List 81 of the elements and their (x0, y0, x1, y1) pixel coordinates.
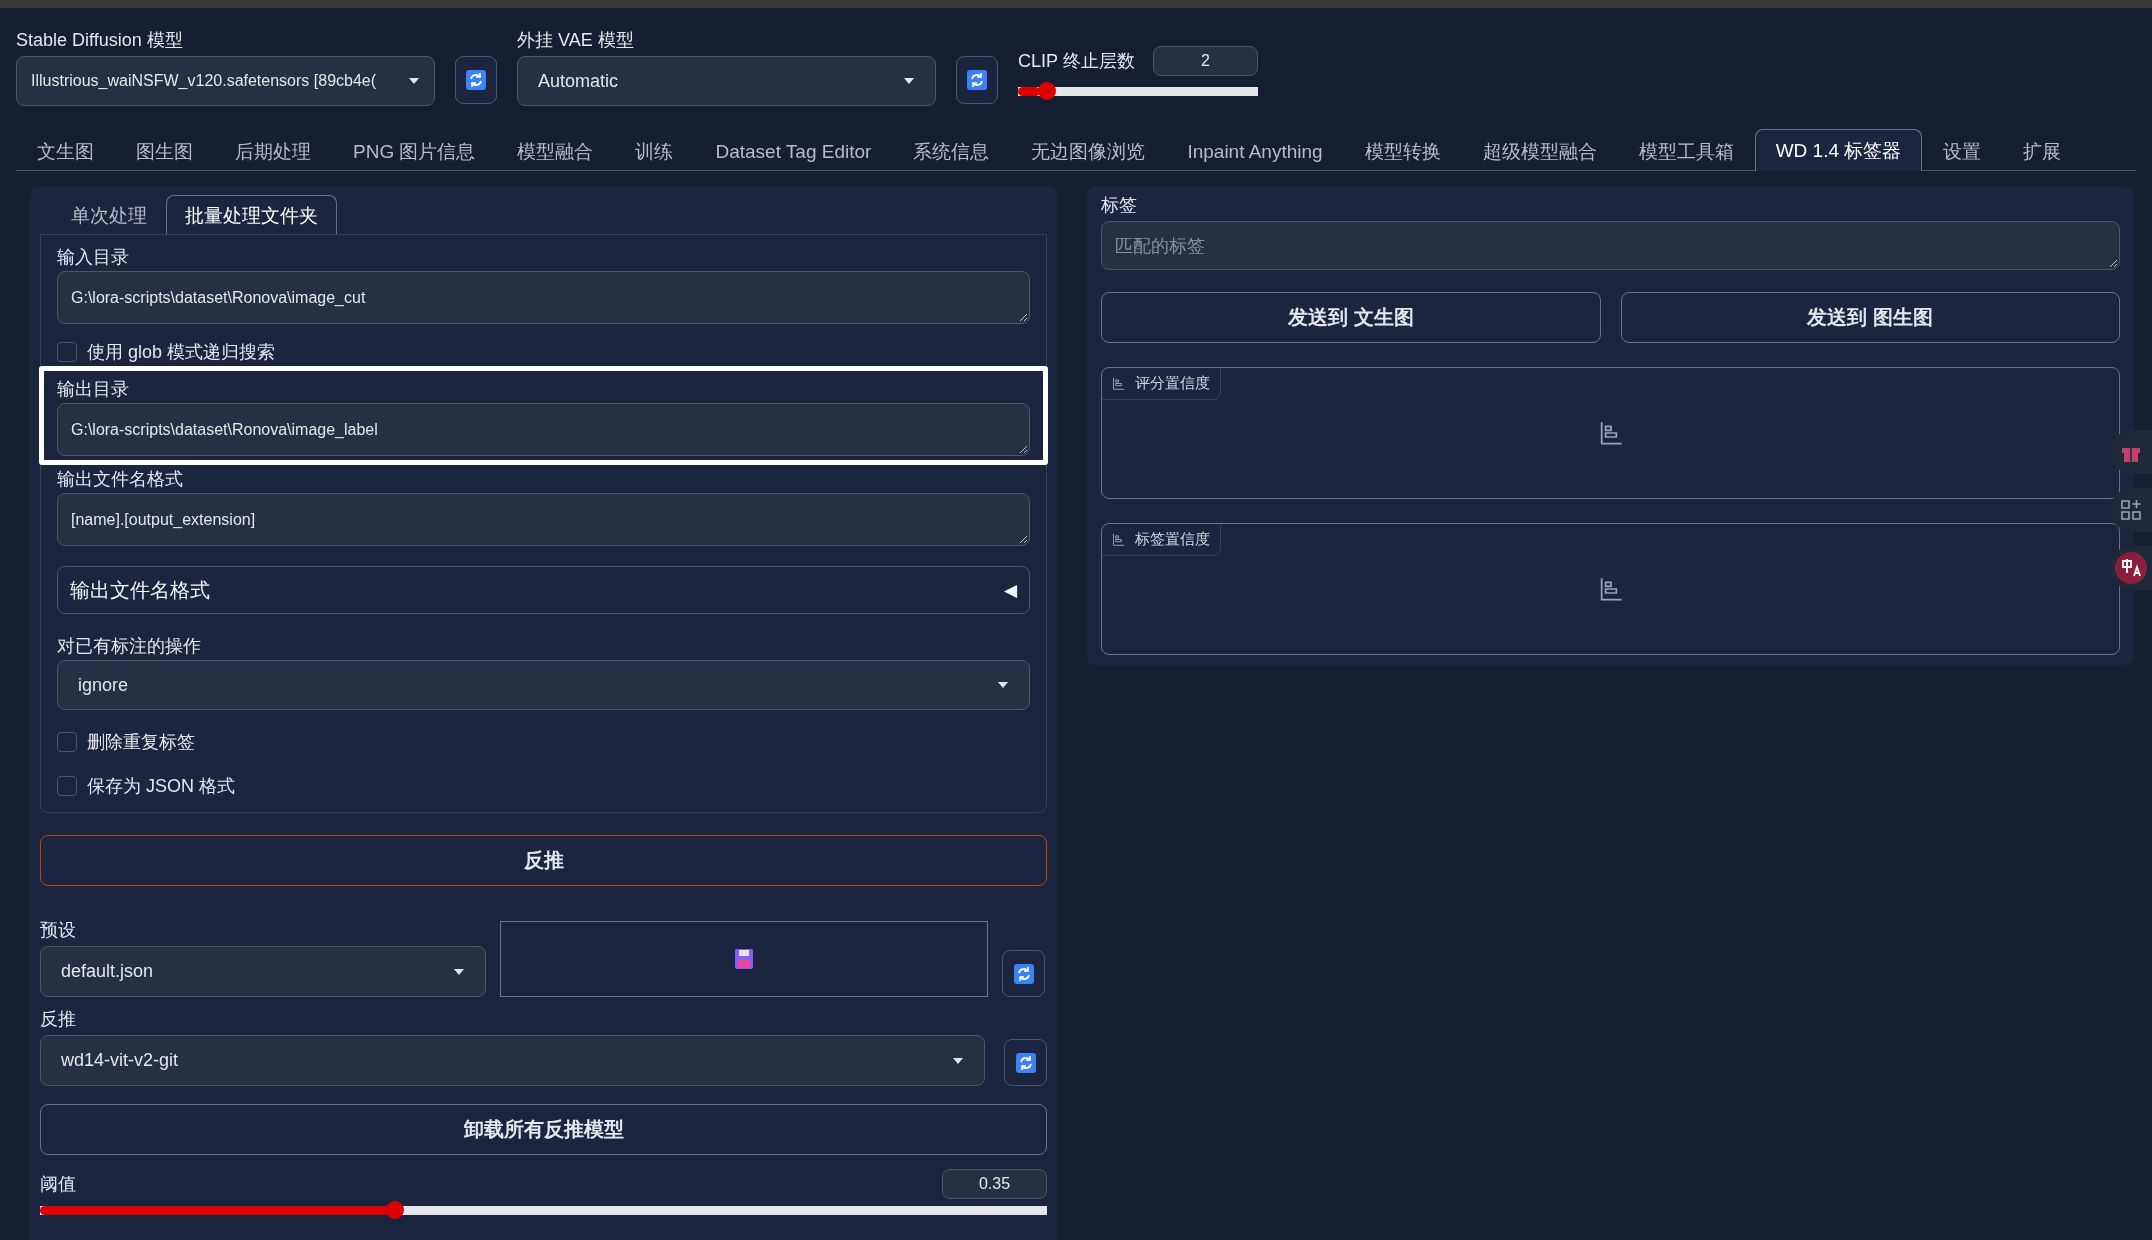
interrogator-dropdown[interactable]: wd14-vit-v2-git (40, 1035, 985, 1086)
plot-label: 标签置信度 (1102, 524, 1221, 557)
refresh-button[interactable] (1004, 1039, 1047, 1086)
tab[interactable]: 批量处理文件夹 (166, 195, 337, 235)
refresh-button[interactable] (1002, 950, 1045, 997)
tab[interactable]: Dataset Tag Editor (694, 131, 893, 171)
interrogate-button[interactable]: 反推 (40, 835, 1047, 886)
tab[interactable]: PNG 图片信息 (332, 131, 497, 171)
tags-field[interactable]: 匹配的标签 (1101, 221, 2120, 271)
model-dropdown[interactable]: Illustrious_waiNSFW_v120.safetensors [89cb4e( (16, 56, 435, 106)
resize-handle-icon[interactable] (1020, 536, 1027, 543)
bar-chart-icon (1598, 421, 1623, 446)
vae-dropdown[interactable]: Automatic (517, 56, 936, 106)
tab[interactable]: 无边图像浏览 (1010, 131, 1167, 171)
tab[interactable]: 模型工具箱 (1617, 131, 1755, 171)
field-label: 外挂 VAE 模型 (517, 29, 635, 52)
tab[interactable]: 扩展 (2002, 131, 2083, 171)
tab[interactable]: 设置 (1922, 131, 2003, 171)
field-label: 对已有标注的操作 (57, 635, 202, 658)
action-dropdown[interactable]: ignore (57, 660, 1030, 710)
tab[interactable]: 系统信息 (892, 131, 1011, 171)
tab[interactable]: 单次处理 (52, 195, 166, 235)
field-label: CLIP 终止层数 (1018, 50, 1135, 73)
field-label: 输入目录 (57, 246, 130, 269)
refresh-button[interactable] (956, 56, 998, 104)
send-button[interactable]: 发送到 文生图 (1101, 292, 1601, 344)
caret-icon (952, 1056, 964, 1065)
refresh-icon (466, 70, 486, 90)
caret-icon (453, 967, 465, 976)
slider-thumb[interactable] (1037, 82, 1056, 100)
checkbox[interactable] (57, 732, 77, 752)
field-label: 阈值 (40, 1173, 76, 1196)
bar-chart-icon (1112, 377, 1125, 391)
tab[interactable]: 训练 (614, 131, 695, 171)
checkbox-label: 删除重复标签 (87, 731, 195, 754)
unload-button[interactable]: 卸载所有反推模型 (40, 1104, 1047, 1155)
slider-thumb[interactable] (386, 1201, 405, 1219)
field-label: 标签 (1101, 194, 1138, 217)
checkbox[interactable] (57, 776, 77, 796)
caret-icon (408, 77, 420, 85)
resize-handle-icon[interactable] (1020, 446, 1027, 453)
tab[interactable]: 图生图 (115, 131, 214, 171)
checkbox-label: 使用 glob 模式递归搜索 (87, 341, 276, 364)
text-field[interactable]: G:\lora-scripts\dataset\Ronova\image_cut (57, 271, 1030, 324)
resize-handle-icon[interactable] (2110, 260, 2117, 268)
apps-button[interactable] (2110, 488, 2152, 532)
tab[interactable]: 模型转换 (1343, 131, 1462, 171)
number-field[interactable]: 2 (1153, 46, 1258, 76)
field-label: 输出文件名格式 (57, 468, 184, 491)
field-label: 预设 (40, 919, 77, 942)
preset-dropdown[interactable]: default.json (40, 946, 486, 997)
text-field[interactable]: [name].[output_extension] (57, 493, 1030, 546)
field-label: 反推 (40, 1008, 77, 1031)
field-label: Stable Diffusion 模型 (16, 29, 184, 52)
caret-icon (997, 681, 1009, 689)
refresh-button[interactable] (455, 56, 497, 104)
refresh-icon (1013, 963, 1034, 984)
translate-icon (2115, 552, 2147, 584)
checkbox[interactable] (57, 342, 77, 362)
bar-chart-icon (1598, 577, 1623, 602)
resize-handle-icon[interactable] (1020, 314, 1027, 321)
caret-icon (903, 77, 915, 85)
checkbox-label: 保存为 JSON 格式 (87, 775, 235, 798)
number-field[interactable]: 0.35 (942, 1169, 1047, 1199)
text-field[interactable]: G:\lora-scripts\dataset\Ronova\image_label (57, 403, 1030, 456)
refresh-icon (1015, 1052, 1036, 1073)
bar-chart-icon (1112, 533, 1125, 547)
tab[interactable]: 后期处理 (214, 131, 332, 171)
tab[interactable]: 超级模型融合 (1461, 131, 1618, 171)
save-button[interactable] (500, 921, 988, 997)
send-button[interactable]: 发送到 图生图 (1620, 292, 2120, 344)
field-label: 输出目录 (57, 378, 130, 401)
tab[interactable]: Inpaint Anything (1166, 131, 1344, 171)
tab[interactable]: 模型融合 (496, 131, 615, 171)
tab[interactable]: 文生图 (16, 131, 115, 171)
refresh-icon (967, 70, 987, 90)
save-icon (735, 949, 753, 969)
plot-label: 评分置信度 (1102, 368, 1221, 401)
tab[interactable]: WD 1.4 标签器 (1754, 129, 1923, 171)
accordion-header[interactable]: 输出文件名格式 ◀ (57, 566, 1030, 614)
apps-icon (2120, 499, 2142, 521)
